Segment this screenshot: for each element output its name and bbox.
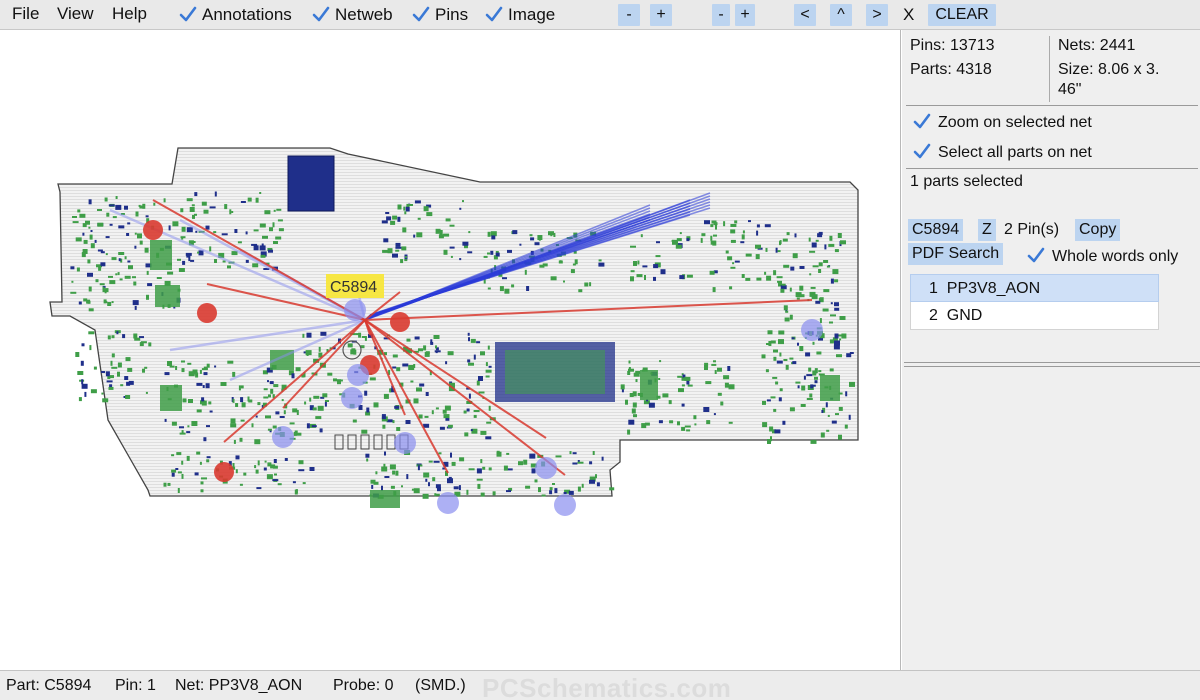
pin-number: 2 [929, 307, 938, 324]
menu-help[interactable]: Help [112, 4, 147, 24]
close-x-button[interactable]: X [903, 4, 914, 26]
pin-number: 1 [929, 280, 938, 297]
nets-count: Nets: 2441 [1058, 37, 1136, 54]
status-type: (SMD.) [415, 677, 466, 694]
pin-net: GND [946, 307, 983, 324]
zoom-on-net-label: Zoom on selected net [938, 114, 1092, 131]
zoom-out-fine-button[interactable]: - [712, 4, 730, 26]
side-panel: Pins: 13713 Parts: 4318 Nets: 2441 Size:… [902, 30, 1200, 670]
part-name-button[interactable]: C5894 [908, 219, 964, 241]
menu-view[interactable]: View [57, 4, 94, 24]
checkmark-icon [1026, 245, 1046, 265]
pdf-search-button[interactable]: PDF Search [908, 243, 1004, 265]
zoom-on-net-checkbox[interactable]: Zoom on selected net [912, 111, 1092, 132]
toolbar: File View Help Annotations Netweb Pins I… [0, 0, 1200, 30]
whole-words-label: Whole words only [1052, 248, 1179, 265]
select-all-parts-label: Select all parts on net [938, 144, 1092, 161]
checkmark-icon [178, 4, 198, 24]
highlight-label-text: C5894 [330, 279, 377, 296]
divider [906, 105, 1198, 106]
ic-chip[interactable] [287, 155, 335, 212]
status-probe: Probe: 0 [333, 677, 394, 694]
checkmark-icon [311, 4, 331, 24]
status-part: Part: C5894 [6, 677, 92, 694]
parts-count: Parts: 4318 [910, 61, 992, 78]
parts-selected-text: 1 parts selected [910, 173, 1023, 190]
annotations-label: Annotations [202, 5, 292, 24]
highlighted-part-label[interactable]: C5894 [326, 274, 384, 298]
pad-grid [495, 342, 615, 402]
checkmark-icon [912, 111, 932, 131]
divider [906, 168, 1198, 169]
whole-words-checkbox[interactable]: Whole words only [1026, 245, 1178, 266]
zoom-out-button[interactable]: - [618, 4, 640, 26]
board-view[interactable]: C5894 [0, 30, 901, 670]
copy-button[interactable]: Copy [1075, 219, 1121, 241]
pins-toggle[interactable]: Pins [411, 4, 468, 25]
checkmark-icon [484, 4, 504, 24]
divider [904, 362, 1200, 363]
annotations-toggle[interactable]: Annotations [178, 4, 292, 25]
pan-up-button[interactable]: ^ [830, 4, 852, 26]
pin-row[interactable]: 2 GND [910, 302, 1159, 330]
clear-button[interactable]: CLEAR [928, 4, 996, 26]
pin-count-text: 2 Pin(s) [1004, 221, 1060, 238]
zoom-part-button[interactable]: Z [978, 219, 996, 241]
pin-net: PP3V8_AON [946, 280, 1041, 297]
zoom-in-button[interactable]: + [650, 4, 672, 26]
status-net: Net: PP3V8_AON [175, 677, 303, 694]
status-pin: Pin: 1 [115, 677, 156, 694]
menu-file[interactable]: File [12, 4, 39, 24]
pin-list: 1 PP3V8_AON 2 GND [910, 274, 1159, 330]
pan-right-button[interactable]: > [866, 4, 888, 26]
board-canvas[interactable]: C5894 [0, 30, 901, 670]
pins-count: Pins: 13713 [910, 37, 995, 54]
image-toggle[interactable]: Image [484, 4, 555, 25]
image-label: Image [508, 5, 556, 24]
divider [904, 366, 1200, 367]
board-size-line1: Size: 8.06 x 3. [1058, 61, 1160, 78]
watermark-text: PCSchematics.com [482, 673, 732, 700]
pins-label: Pins [435, 5, 469, 24]
zoom-in-fine-button[interactable]: + [735, 4, 755, 26]
select-all-parts-checkbox[interactable]: Select all parts on net [912, 141, 1092, 162]
stats-divider [1049, 36, 1050, 102]
checkmark-icon [912, 141, 932, 161]
netweb-label: Netweb [335, 5, 393, 24]
board-outline [49, 147, 859, 497]
pin-row[interactable]: 1 PP3V8_AON [910, 274, 1159, 302]
status-bar: Part: C5894 Pin: 1 Net: PP3V8_AON Probe:… [0, 670, 1200, 700]
netweb-toggle[interactable]: Netweb [311, 4, 393, 25]
board-size-line2: 46" [1058, 81, 1082, 98]
checkmark-icon [411, 4, 431, 24]
pan-left-button[interactable]: < [794, 4, 816, 26]
